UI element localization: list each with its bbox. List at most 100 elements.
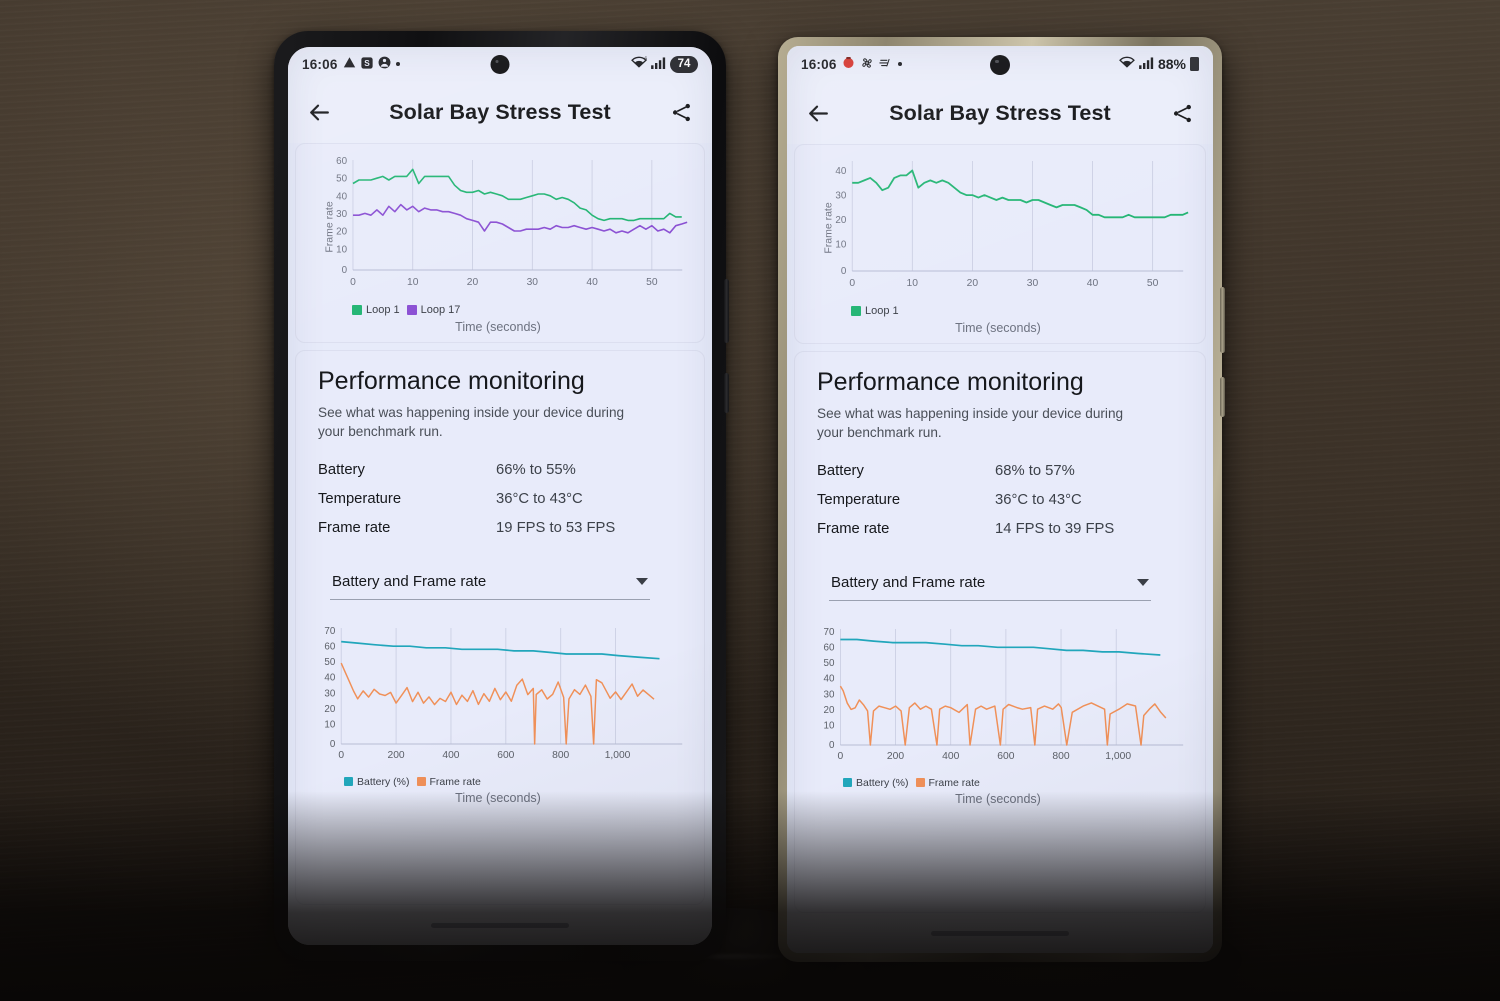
svg-text:30: 30 (1027, 278, 1039, 289)
metric-select[interactable]: Battery and Frame rate (829, 566, 1151, 601)
battery-indicator: 74 (670, 55, 698, 73)
phone-left-volume-button[interactable] (724, 279, 729, 343)
svg-text:30: 30 (835, 190, 846, 201)
svg-text:0: 0 (829, 739, 835, 750)
svg-text:20: 20 (324, 703, 335, 714)
performance-subtitle: See what was happening inside your devic… (817, 406, 1124, 440)
performance-title: Performance monitoring (817, 368, 1084, 396)
stat-key: Temperature (318, 490, 402, 507)
performance-title: Performance monitoring (318, 367, 585, 395)
legend-swatch-battery (344, 777, 353, 786)
svg-text:S: S (364, 59, 370, 68)
svg-text:70: 70 (324, 625, 335, 636)
stat-row-battery: Battery 68% to 57% (817, 463, 1183, 479)
stat-key: Battery (817, 462, 864, 479)
svg-text:0: 0 (342, 265, 348, 276)
svg-text:800: 800 (552, 749, 569, 760)
legend-label: Loop 1 (865, 305, 899, 317)
wifi-6-icon: 6 (631, 56, 647, 72)
svg-text:0: 0 (849, 278, 855, 289)
legend-label: Battery (%) (856, 776, 909, 789)
svg-text:20: 20 (835, 215, 846, 226)
stat-value: 19 FPS to 53 FPS (496, 519, 616, 536)
svg-text:20: 20 (824, 704, 835, 715)
stat-key: Battery (318, 461, 365, 478)
loop-chart-ylabel-right: Frame rate (822, 202, 835, 254)
legend-label: Frame rate (928, 776, 980, 789)
legend-item: Frame rate (915, 776, 980, 789)
battery-framerate-legend-right: Battery (%) Frame rate (801, 777, 1195, 789)
front-camera-punch-hole (990, 55, 1010, 75)
svg-text:1,000: 1,000 (605, 749, 631, 760)
svg-text:200: 200 (887, 750, 904, 761)
speed-lines-icon (878, 56, 893, 72)
dot-icon (395, 62, 400, 66)
svg-text:600: 600 (497, 749, 514, 760)
svg-text:30: 30 (527, 277, 539, 288)
share-button[interactable] (664, 95, 698, 129)
status-time: 16:06 (302, 56, 338, 72)
legend-swatch-framerate (416, 777, 426, 786)
svg-text:0: 0 (338, 749, 344, 760)
loop-chart-card-left: Frame rate 60 50 40 30 20 10 0 0 10 20 3… (295, 143, 705, 343)
loop-chart-xlabel-left: Time (seconds) (455, 320, 541, 334)
svg-text:0: 0 (838, 750, 844, 761)
svg-text:10: 10 (336, 244, 347, 255)
fan-icon (860, 56, 874, 73)
person-icon (378, 56, 391, 72)
stat-value: 14 FPS to 39 FPS (995, 520, 1115, 537)
svg-text:40: 40 (835, 166, 846, 177)
svg-text:10: 10 (407, 277, 419, 288)
status-time: 16:06 (801, 56, 837, 72)
stat-key: Frame rate (318, 519, 391, 536)
svg-text:40: 40 (1087, 278, 1099, 289)
svg-text:30: 30 (824, 689, 835, 700)
stat-value: 66% to 55% (496, 461, 576, 478)
svg-text:40: 40 (586, 277, 598, 288)
svg-text:70: 70 (824, 626, 835, 637)
battery-framerate-chart-left: 70 60 50 40 30 20 10 0 0 200 400 600 800 1,000 (302, 622, 694, 774)
svg-text:50: 50 (646, 277, 658, 288)
svg-text:50: 50 (324, 657, 335, 668)
legend-label: Loop 17 (420, 304, 461, 316)
stat-key: Frame rate (817, 520, 890, 537)
loop-chart-svg-right: 40 30 20 10 0 0 10 20 30 40 50 (835, 161, 1189, 289)
s-badge-icon: S (360, 56, 373, 72)
phone-right-volume-button[interactable] (1220, 287, 1225, 353)
page-title: Solar Bay Stress Test (889, 100, 1111, 125)
svg-text:20: 20 (336, 227, 347, 238)
battery-framerate-legend-left: Battery (%) Frame rate (302, 776, 694, 788)
front-camera-punch-hole (490, 55, 510, 74)
red-alert-icon (842, 56, 855, 72)
loop-frame-rate-chart-left: Frame rate 60 50 40 30 20 10 0 0 10 20 3… (302, 152, 694, 302)
svg-text:30: 30 (324, 688, 335, 699)
app-bar-left: Solar Bay Stress Test (288, 81, 712, 143)
svg-text:40: 40 (324, 672, 335, 683)
metric-select[interactable]: Battery and Frame rate (330, 565, 650, 600)
loop-chart-legend-right: Loop 1 (801, 305, 1195, 317)
back-button[interactable] (302, 95, 336, 129)
battery-framerate-chart-right: 70 60 50 40 30 20 10 0 0 200 400 600 800 1,000 (801, 623, 1195, 775)
svg-text:6: 6 (644, 57, 647, 63)
svg-text:60: 60 (824, 642, 835, 653)
legend-item: Battery (%) (344, 776, 410, 788)
back-button[interactable] (801, 96, 835, 130)
legend-label: Battery (%) (357, 775, 410, 788)
legend-item: Battery (%) (843, 777, 909, 789)
warning-triangle-icon (343, 56, 356, 72)
battery-framerate-svg-left: 70 60 50 40 30 20 10 0 0 200 400 600 800 1,000 (324, 625, 683, 761)
share-button[interactable] (1165, 96, 1199, 130)
phone-right-power-button[interactable] (1220, 377, 1225, 417)
svg-text:40: 40 (336, 191, 347, 202)
svg-text:600: 600 (997, 750, 1014, 761)
legend-swatch-loop17 (406, 305, 417, 315)
wifi-icon (1119, 56, 1135, 72)
svg-text:800: 800 (1052, 750, 1069, 761)
status-bar-right: 16:06 88% (787, 46, 1213, 82)
svg-text:50: 50 (824, 658, 835, 669)
legend-item: Loop 1 (352, 304, 400, 316)
phone-left-power-button[interactable] (724, 373, 729, 413)
svg-text:40: 40 (824, 673, 835, 684)
legend-label: Loop 1 (366, 304, 400, 316)
legend-item: Frame rate (416, 776, 481, 788)
